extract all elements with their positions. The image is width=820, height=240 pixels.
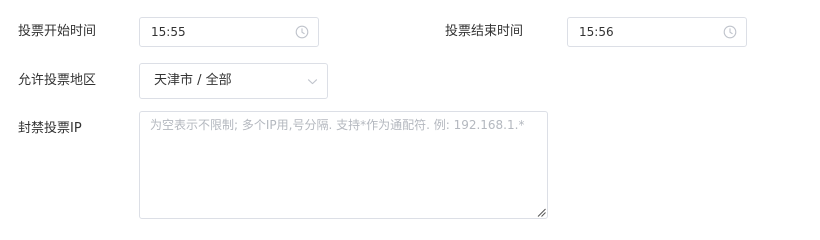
allowed-region-value: 天津市 / 全部 — [154, 73, 232, 88]
vote-start-time-input[interactable]: 15:55 — [139, 17, 319, 47]
blocked-ip-placeholder: 为空表示不限制; 多个IP用,号分隔. 支持*作为通配符. 例: 192.168… — [150, 118, 525, 132]
vote-start-time-value: 15:55 — [151, 25, 186, 39]
allowed-region-label: 允许投票地区 — [18, 73, 97, 88]
vote-end-time-input[interactable]: 15:56 — [567, 17, 747, 47]
vote-end-label: 投票结束时间 — [445, 24, 524, 39]
clock-icon[interactable] — [723, 25, 737, 39]
vote-settings-form: 投票开始时间 15:55 投票结束时间 15:56 允许投票地区 天津市 / 全… — [0, 0, 820, 225]
vote-start-label: 投票开始时间 — [18, 24, 97, 39]
clock-icon[interactable] — [295, 25, 309, 39]
allowed-region-select[interactable]: 天津市 / 全部 — [139, 63, 328, 99]
blocked-ip-textarea[interactable]: 为空表示不限制; 多个IP用,号分隔. 支持*作为通配符. 例: 192.168… — [139, 111, 548, 219]
blocked-ip-label: 封禁投票IP — [18, 121, 82, 136]
chevron-down-icon — [307, 79, 318, 85]
resize-handle-icon[interactable] — [537, 208, 546, 217]
vote-end-time-value: 15:56 — [579, 25, 614, 39]
